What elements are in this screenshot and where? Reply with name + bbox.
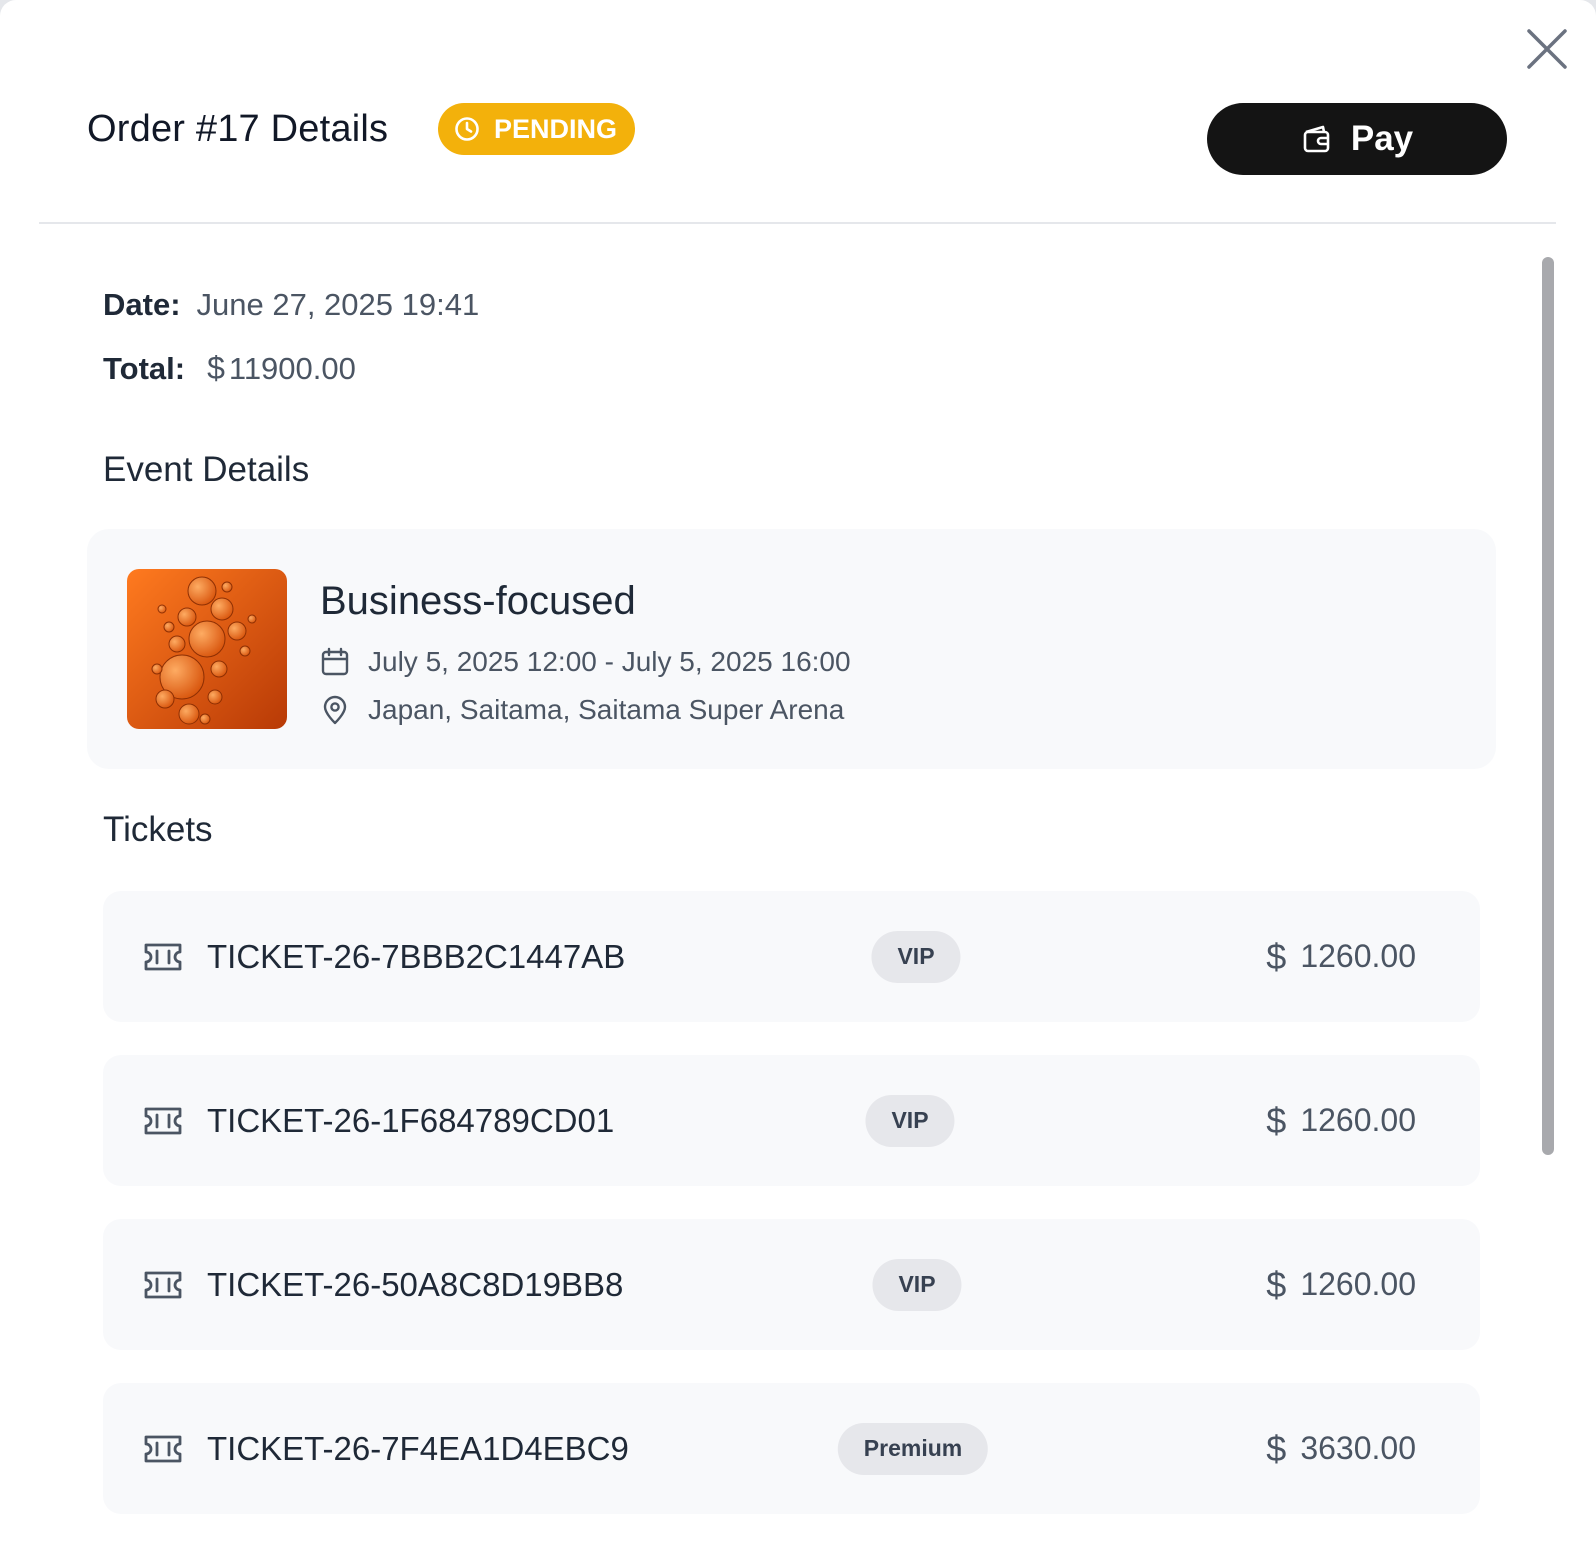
- event-location: Japan, Saitama, Saitama Super Arena: [368, 694, 845, 725]
- order-total-row: Total: $ 11900.00: [103, 350, 356, 387]
- modal-header: Order #17 Details PENDING Pay: [0, 0, 1596, 224]
- ticket-price-value: 1260.00: [1300, 1266, 1416, 1302]
- ticket-currency: $: [1266, 1427, 1287, 1469]
- pay-button[interactable]: Pay: [1207, 103, 1507, 175]
- ticket-price: $3630.00: [1266, 1428, 1416, 1470]
- ticket-icon: [143, 1105, 183, 1137]
- total-value: 11900.00: [228, 351, 356, 386]
- clock-icon: [454, 116, 480, 142]
- ticket-id: TICKET-26-7BBB2C1447AB: [207, 937, 626, 975]
- ticket-row[interactable]: TICKET-26-7F4EA1D4EBC9 Premium $3630.00: [103, 1383, 1480, 1514]
- ticket-tier-badge: VIP: [872, 1258, 962, 1311]
- ticket-icon: [143, 941, 183, 973]
- ticket-currency: $: [1266, 935, 1287, 977]
- event-card: Business-focused July 5, 2025 12:00 - Ju…: [87, 529, 1496, 769]
- ticket-icon: [143, 1433, 183, 1465]
- ticket-price-value: 1260.00: [1300, 1102, 1416, 1138]
- ticket-price-value: 1260.00: [1300, 938, 1416, 974]
- header-divider: [39, 222, 1556, 224]
- ticket-row[interactable]: TICKET-26-1F684789CD01 VIP $1260.00: [103, 1055, 1480, 1186]
- event-image: [127, 569, 287, 729]
- status-badge: PENDING: [438, 103, 636, 155]
- event-location-row: Japan, Saitama, Saitama Super Arena: [320, 694, 844, 726]
- event-date-row: July 5, 2025 12:00 - July 5, 2025 16:00: [320, 646, 851, 678]
- event-date-range: July 5, 2025 12:00 - July 5, 2025 16:00: [368, 646, 851, 677]
- ticket-price: $1260.00: [1266, 1264, 1416, 1306]
- total-currency: $: [207, 350, 225, 386]
- page-title: Order #17 Details: [87, 108, 389, 150]
- map-pin-icon: [320, 695, 350, 725]
- ticket-icon: [143, 1269, 183, 1301]
- total-label: Total:: [103, 351, 186, 386]
- scrollbar-thumb[interactable]: [1542, 257, 1554, 1155]
- order-date-row: Date: June 27, 2025 19:41: [103, 287, 479, 323]
- ticket-id: TICKET-26-50A8C8D19BB8: [207, 1265, 624, 1303]
- ticket-row[interactable]: TICKET-26-50A8C8D19BB8 VIP $1260.00: [103, 1219, 1480, 1350]
- ticket-id: TICKET-26-7F4EA1D4EBC9: [207, 1429, 629, 1467]
- ticket-price: $1260.00: [1266, 936, 1416, 978]
- ticket-id: TICKET-26-1F684789CD01: [207, 1101, 615, 1139]
- status-label: PENDING: [494, 113, 618, 144]
- event-name: Business-focused: [320, 579, 636, 623]
- order-details-modal: Order #17 Details PENDING Pay Date: June…: [0, 0, 1596, 1568]
- date-value: June 27, 2025 19:41: [196, 287, 480, 322]
- calendar-icon: [320, 647, 350, 677]
- ticket-price: $1260.00: [1266, 1100, 1416, 1142]
- event-details-heading: Event Details: [103, 450, 310, 489]
- pay-label: Pay: [1350, 119, 1414, 158]
- wallet-icon: [1301, 123, 1333, 155]
- ticket-tier-badge: VIP: [871, 930, 961, 983]
- ticket-currency: $: [1266, 1263, 1287, 1305]
- ticket-currency: $: [1266, 1099, 1287, 1141]
- date-label: Date:: [103, 287, 181, 322]
- ticket-price-value: 3630.00: [1300, 1430, 1416, 1466]
- tickets-heading: Tickets: [103, 810, 213, 849]
- ticket-tier-badge: Premium: [837, 1422, 989, 1475]
- ticket-row[interactable]: TICKET-26-7BBB2C1447AB VIP $1260.00: [103, 891, 1480, 1022]
- ticket-tier-badge: VIP: [865, 1094, 955, 1147]
